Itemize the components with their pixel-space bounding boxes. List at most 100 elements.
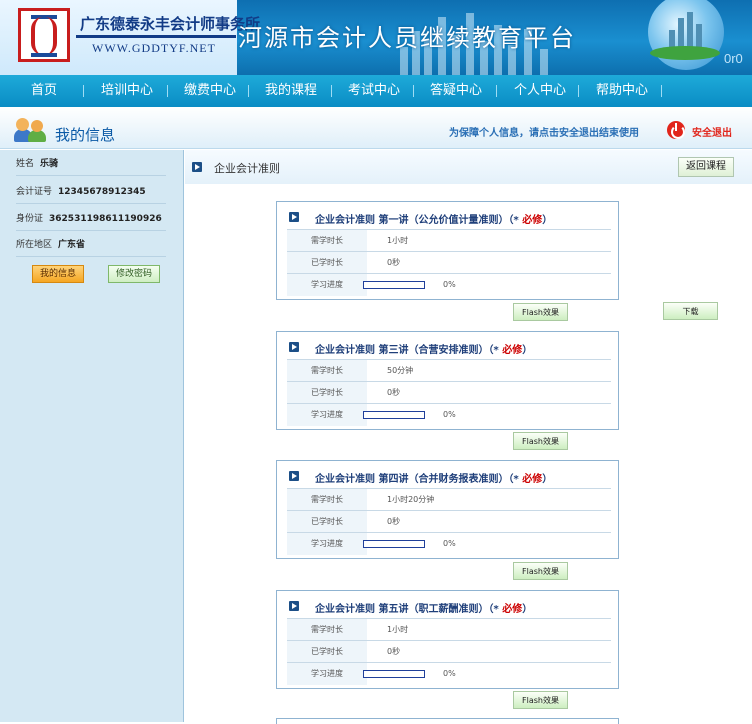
required-close: ） bbox=[522, 345, 533, 356]
progress-percent: 0% bbox=[443, 539, 456, 548]
row-label: 需学时长 bbox=[287, 619, 367, 641]
row-label: 已学时长 bbox=[287, 252, 367, 274]
learned-time-row: 已学时长 0秒 bbox=[287, 640, 611, 663]
required-close: ） bbox=[542, 215, 553, 226]
course-card bbox=[276, 718, 619, 724]
required-close: ） bbox=[522, 604, 533, 615]
learned-time-value: 0秒 bbox=[387, 647, 401, 656]
required-time-value: 1小时20分钟 bbox=[387, 495, 435, 504]
nav-item-training[interactable]: 培训中心 bbox=[101, 75, 153, 107]
progress-row: 学习进度 0% bbox=[287, 532, 611, 555]
required-time-value: 1小时 bbox=[387, 625, 409, 634]
nav-separator bbox=[496, 85, 497, 97]
field-value: 乐骑 bbox=[40, 159, 59, 169]
course-title-text: 企业会计准则 第三讲（合营安排准则） bbox=[315, 345, 489, 356]
nav-item-help[interactable]: 帮助中心 bbox=[596, 75, 648, 107]
course-title-text: 企业会计准则 第四讲（合并财务报表准则） bbox=[315, 474, 509, 485]
flash-effect-button[interactable]: Flash效果 bbox=[513, 303, 568, 321]
logo-divider bbox=[76, 35, 236, 38]
required-time-value: 50分钟 bbox=[387, 366, 414, 375]
progress-bar bbox=[363, 411, 425, 419]
sidebar-field-accounting-id: 会计证号 12345678912345 bbox=[16, 180, 166, 204]
field-label: 所在地区 bbox=[16, 240, 53, 250]
nav-item-personal[interactable]: 个人中心 bbox=[514, 75, 566, 107]
nav-item-payment[interactable]: 缴费中心 bbox=[184, 75, 236, 107]
required-time-row: 需学时长 1小时 bbox=[287, 229, 611, 252]
flash-effect-button[interactable]: Flash效果 bbox=[513, 432, 568, 450]
course-title-text: 企业会计准则 第一讲（公允价值计量准则） bbox=[315, 215, 509, 226]
change-password-button[interactable]: 修改密码 bbox=[108, 265, 160, 283]
page-title: 企业会计准则 bbox=[214, 162, 280, 175]
course-title: 企业会计准则 第四讲（合并财务报表准则）（* 必修） bbox=[315, 470, 552, 485]
corner-text: 0r0 bbox=[724, 51, 743, 66]
arrow-right-icon bbox=[192, 162, 202, 172]
arrow-right-icon bbox=[289, 601, 299, 611]
download-button[interactable]: 下载 bbox=[663, 302, 718, 320]
nav-separator bbox=[83, 85, 84, 97]
logout-link[interactable]: 安全退出 bbox=[692, 124, 732, 139]
nav-item-my-courses[interactable]: 我的课程 bbox=[265, 75, 317, 107]
company-emblem-icon bbox=[18, 8, 70, 62]
nav-separator bbox=[331, 85, 332, 97]
row-label: 学习进度 bbox=[287, 663, 367, 685]
main-nav: 首页 培训中心 缴费中心 我的课程 考试中心 答疑中心 个人中心 帮助中心 bbox=[0, 75, 752, 107]
flash-effect-button[interactable]: Flash效果 bbox=[513, 691, 568, 709]
required-label: 必修 bbox=[522, 215, 543, 226]
field-label: 会计证号 bbox=[16, 187, 53, 197]
arrow-right-icon bbox=[289, 471, 299, 481]
required-mark: （* bbox=[508, 474, 523, 485]
course-card: 企业会计准则 第四讲（合并财务报表准则）（* 必修） 需学时长 1小时20分钟 … bbox=[276, 460, 619, 559]
nav-separator bbox=[413, 85, 414, 97]
row-label: 学习进度 bbox=[287, 274, 367, 296]
learned-time-row: 已学时长 0秒 bbox=[287, 510, 611, 533]
required-close: ） bbox=[542, 474, 553, 485]
safety-notice: 为保障个人信息，请点击安全退出结束使用 bbox=[449, 128, 639, 139]
row-label: 学习进度 bbox=[287, 404, 367, 426]
row-label: 已学时长 bbox=[287, 641, 367, 663]
back-to-courses-button[interactable]: 返回课程 bbox=[678, 157, 734, 177]
course-title: 企业会计准则 第一讲（公允价值计量准则）（* 必修） bbox=[315, 211, 552, 226]
course-title-text: 企业会计准则 第五讲（职工薪酬准则） bbox=[315, 604, 489, 615]
row-label: 需学时长 bbox=[287, 230, 367, 252]
required-label: 必修 bbox=[522, 474, 543, 485]
sidebar-field-id-card: 身份证 362531198611190926 bbox=[16, 207, 166, 231]
field-value: 广东省 bbox=[58, 240, 86, 250]
nav-item-home[interactable]: 首页 bbox=[31, 75, 57, 107]
progress-row: 学习进度 0% bbox=[287, 662, 611, 685]
users-icon bbox=[14, 117, 48, 143]
company-name: 广东德泰永丰会计师事务所 bbox=[80, 15, 261, 33]
course-card: 企业会计准则 第五讲（职工薪酬准则）（* 必修） 需学时长 1小时 已学时长 0… bbox=[276, 590, 619, 689]
learned-time-row: 已学时长 0秒 bbox=[287, 251, 611, 274]
row-label: 需学时长 bbox=[287, 489, 367, 511]
arrow-right-icon bbox=[289, 342, 299, 352]
required-time-row: 需学时长 1小时20分钟 bbox=[287, 488, 611, 511]
progress-row: 学习进度 0% bbox=[287, 403, 611, 426]
field-value: 12345678912345 bbox=[58, 187, 146, 197]
field-label: 姓名 bbox=[16, 159, 35, 169]
my-info-button[interactable]: 我的信息 bbox=[32, 265, 84, 283]
required-time-value: 1小时 bbox=[387, 236, 409, 245]
power-icon[interactable] bbox=[667, 121, 685, 139]
required-label: 必修 bbox=[502, 345, 523, 356]
required-time-row: 需学时长 1小时 bbox=[287, 618, 611, 641]
learned-time-value: 0秒 bbox=[387, 258, 401, 267]
nav-item-qa[interactable]: 答疑中心 bbox=[430, 75, 482, 107]
progress-percent: 0% bbox=[443, 410, 456, 419]
company-logo[interactable]: 广东德泰永丰会计师事务所 WWW.GDDTYF.NET bbox=[0, 0, 260, 75]
progress-percent: 0% bbox=[443, 669, 456, 678]
flash-effect-button[interactable]: Flash效果 bbox=[513, 562, 568, 580]
required-time-row: 需学时长 50分钟 bbox=[287, 359, 611, 382]
row-label: 学习进度 bbox=[287, 533, 367, 555]
site-title: 河源市会计人员继续教育平台 bbox=[238, 24, 576, 52]
nav-separator bbox=[248, 85, 249, 97]
row-label: 已学时长 bbox=[287, 511, 367, 533]
row-label: 需学时长 bbox=[287, 360, 367, 382]
progress-row: 学习进度 0% bbox=[287, 273, 611, 296]
required-mark: （* bbox=[488, 345, 503, 356]
nav-item-exam[interactable]: 考试中心 bbox=[348, 75, 400, 107]
course-card: 企业会计准则 第三讲（合营安排准则）（* 必修） 需学时长 50分钟 已学时长 … bbox=[276, 331, 619, 430]
nav-separator bbox=[661, 85, 662, 97]
row-label: 已学时长 bbox=[287, 382, 367, 404]
progress-percent: 0% bbox=[443, 280, 456, 289]
required-label: 必修 bbox=[502, 604, 523, 615]
